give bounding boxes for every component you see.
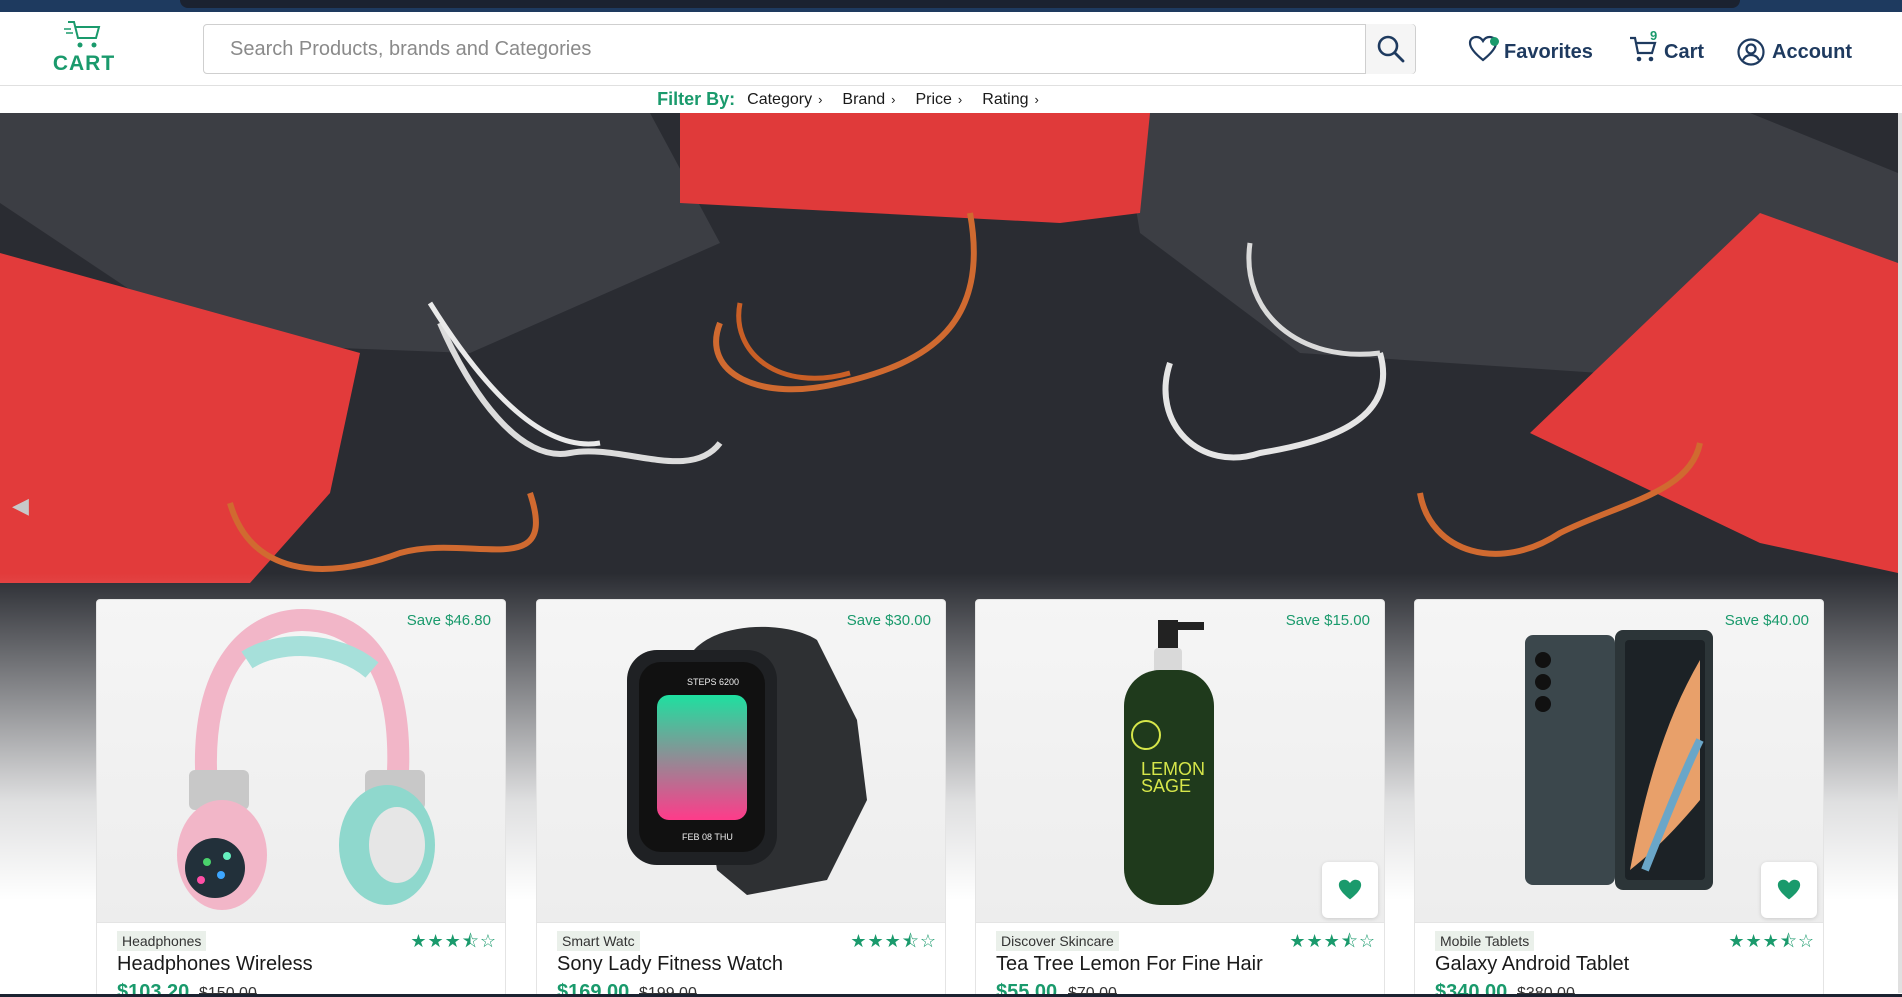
product-info: Mobile Tablets ★★★⯪☆ Galaxy Android Tabl… [1415,922,1823,996]
favorite-button[interactable] [1761,862,1817,918]
logo-text: CART [52,52,116,75]
filter-rating[interactable]: Rating › [982,91,1039,109]
cart-icon-wrap: 9 [1628,28,1664,70]
filter-category[interactable]: Category › [747,91,822,109]
product-name[interactable]: Galaxy Android Tablet [1435,953,1629,976]
search-bar [203,24,1416,74]
rating-stars: ★★★⯪☆ [410,931,497,951]
filter-price[interactable]: Price › [915,91,962,109]
search-input[interactable] [204,25,1365,73]
product-name[interactable]: Tea Tree Lemon For Fine Hair [996,953,1263,976]
product-info: Headphones ★★★⯪☆ Headphones Wireless $10… [97,922,505,996]
favorites-link[interactable]: Favorites [1468,32,1593,72]
account-link[interactable]: Account [1736,32,1852,72]
cart-link[interactable]: 9 Cart [1628,28,1705,72]
search-button[interactable] [1365,24,1415,74]
logo[interactable]: CART [44,18,124,78]
product-card[interactable]: Save $40.00 Mobile Tablets ★★★⯪☆ Galaxy … [1414,599,1824,997]
filter-label: Filter By: [657,89,736,109]
svg-text:STEPS 6200: STEPS 6200 [687,677,739,687]
chevron-right-icon: › [818,92,823,107]
cart-count-badge: 9 [1650,28,1658,43]
heart-filled-icon [1777,879,1801,900]
filter-rating-label: Rating [982,90,1029,108]
product-card[interactable]: Save $46.80 Headphones ★★★⯪☆ Headphones … [96,599,506,997]
filter-brand-label: Brand [842,90,886,108]
product-card[interactable]: STEPS 6200 FEB 08 THU Save $30.00 Smart … [536,599,946,997]
chevron-right-icon: › [1034,92,1039,107]
product-image[interactable]: Save $46.80 [97,600,505,922]
rating-stars: ★★★⯪☆ [1728,931,1815,951]
product-info: Smart Watc ★★★⯪☆ Sony Lady Fitness Watch… [537,922,945,996]
user-circle-icon [1737,38,1765,66]
svg-text:SAGE: SAGE [1141,776,1191,796]
favorites-badge-dot [1490,37,1499,46]
carousel-prev-icon[interactable]: ◀ [12,493,29,519]
product-category-tag[interactable]: Mobile Tablets [1435,931,1535,951]
chevron-right-icon: › [957,92,963,107]
product-image[interactable]: Save $40.00 [1415,600,1823,922]
product-name[interactable]: Headphones Wireless [117,953,313,976]
product-category-tag[interactable]: Smart Watc [557,931,640,951]
cart-label: Cart [1664,40,1705,63]
cart-logo-icon [64,21,101,48]
product-image[interactable]: STEPS 6200 FEB 08 THU Save $30.00 [537,600,945,922]
save-badge: Save $15.00 [1285,612,1370,629]
filter-brand[interactable]: Brand › [842,91,895,109]
filter-bar: Filter By: Category › Brand › Price › Ratin… [0,87,1902,112]
svg-text:FEB 08 THU: FEB 08 THU [682,832,733,842]
product-card[interactable]: LEMON SAGE Save $15.00 Discover Skincare… [975,599,1385,997]
save-badge: Save $46.80 [406,612,491,629]
smartwatch-image: STEPS 6200 FEB 08 THU [627,626,867,895]
search-icon [1377,35,1404,63]
product-info: Discover Skincare ★★★⯪☆ Tea Tree Lemon F… [976,922,1384,996]
chevron-right-icon: › [891,92,896,107]
account-label: Account [1772,40,1852,63]
header: CART Favorites 9 Cart [0,12,1902,86]
favorites-icon-wrap [1468,35,1504,69]
favorite-button[interactable] [1322,862,1378,918]
save-badge: Save $40.00 [1724,612,1809,629]
heart-filled-icon [1338,879,1362,900]
favorites-label: Favorites [1504,40,1593,63]
product-category-tag[interactable]: Headphones [117,931,207,951]
rating-stars: ★★★⯪☆ [1289,931,1376,951]
headphones-image [177,608,435,910]
top-strip [0,0,1902,12]
product-image[interactable]: LEMON SAGE Save $15.00 [976,600,1384,922]
top-strip-inner [180,0,1740,8]
product-name[interactable]: Sony Lady Fitness Watch [557,953,783,976]
scrollbar[interactable] [1898,113,1902,993]
save-badge: Save $30.00 [846,612,931,629]
rating-stars: ★★★⯪☆ [850,931,937,951]
filter-category-label: Category [747,90,813,108]
product-category-tag[interactable]: Discover Skincare [996,931,1119,951]
filter-price-label: Price [915,90,952,108]
